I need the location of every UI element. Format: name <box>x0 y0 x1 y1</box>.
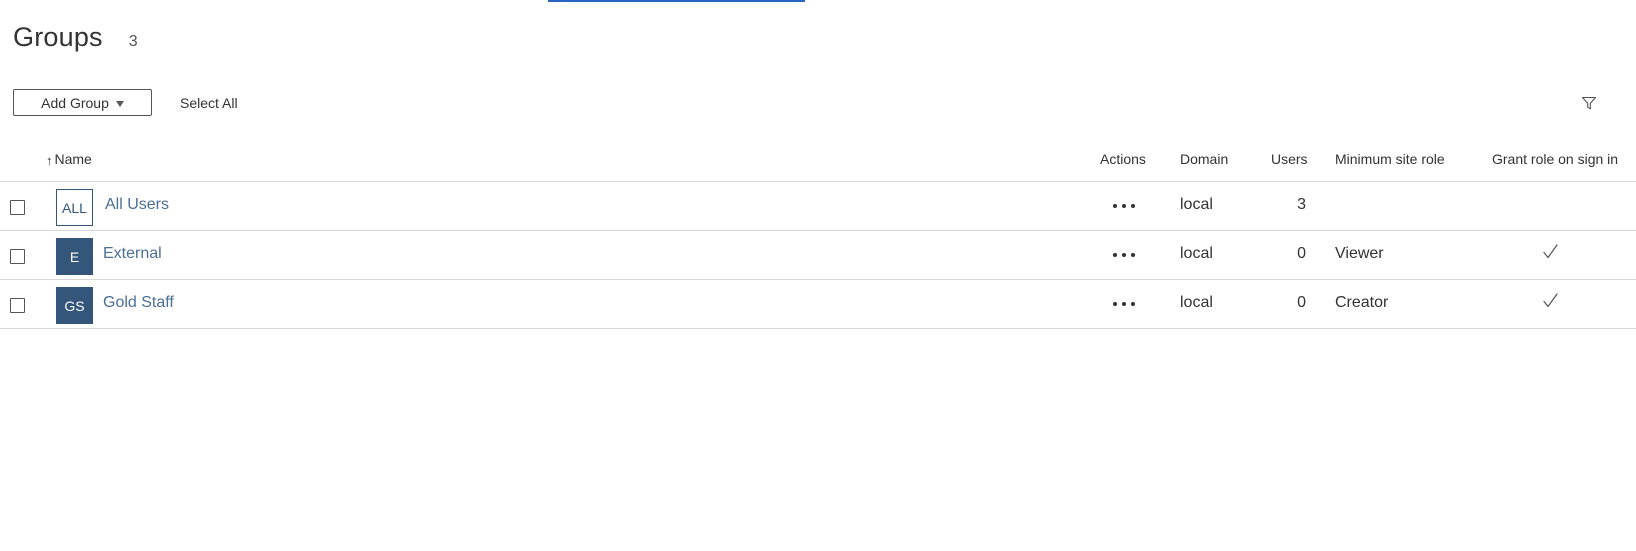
group-count: 3 <box>128 33 138 50</box>
more-horizontal-icon[interactable] <box>1113 294 1135 314</box>
column-header-grant-role[interactable]: Grant role on sign in <box>1492 151 1618 167</box>
select-all-button[interactable]: Select All <box>180 95 238 111</box>
more-horizontal-icon[interactable] <box>1113 245 1135 265</box>
min-site-role-cell: Viewer <box>1335 245 1384 262</box>
top-accent-bar <box>548 0 805 2</box>
arrow-up-icon: ↑ <box>46 153 53 168</box>
min-site-role-cell: Creator <box>1335 294 1389 311</box>
row-checkbox[interactable] <box>10 298 25 313</box>
column-name-label: Name <box>54 151 92 167</box>
filter-icon[interactable] <box>1581 95 1597 111</box>
group-name-link[interactable]: Gold Staff <box>103 294 174 312</box>
table-row: E External local 0 Viewer <box>0 231 1636 280</box>
avatar: ALL <box>56 189 93 226</box>
column-header-users[interactable]: Users <box>1271 151 1308 167</box>
avatar: GS <box>56 287 93 324</box>
caret-down-icon <box>115 100 124 107</box>
domain-cell: local <box>1180 196 1213 213</box>
toolbar: Add Group Select All <box>13 89 238 116</box>
check-icon <box>1543 244 1558 259</box>
column-header-min-site-role[interactable]: Minimum site role <box>1335 151 1445 167</box>
column-header-actions: Actions <box>1100 151 1146 167</box>
row-checkbox[interactable] <box>10 200 25 215</box>
group-name-link[interactable]: External <box>103 245 162 263</box>
groups-table: ↑ Name Actions Domain Users Minimum site … <box>0 140 1636 329</box>
column-header-domain[interactable]: Domain <box>1180 151 1228 167</box>
group-name-link[interactable]: All Users <box>105 196 169 214</box>
page-title: Groups <box>13 22 103 52</box>
more-horizontal-icon[interactable] <box>1113 196 1135 216</box>
column-header-name[interactable]: ↑ Name <box>46 151 92 168</box>
add-group-button[interactable]: Add Group <box>13 89 152 116</box>
row-checkbox[interactable] <box>10 249 25 264</box>
users-cell: 3 <box>1297 196 1306 213</box>
table-row: GS Gold Staff local 0 Creator <box>0 280 1636 329</box>
add-group-label: Add Group <box>41 94 109 111</box>
users-cell: 0 <box>1297 245 1306 262</box>
table-row: ALL All Users local 3 <box>0 182 1636 231</box>
table-header: ↑ Name Actions Domain Users Minimum site … <box>0 140 1636 182</box>
page-header: Groups 3 <box>13 22 138 53</box>
avatar: E <box>56 238 93 275</box>
check-icon <box>1543 293 1558 308</box>
domain-cell: local <box>1180 245 1213 262</box>
domain-cell: local <box>1180 294 1213 311</box>
users-cell: 0 <box>1297 294 1306 311</box>
